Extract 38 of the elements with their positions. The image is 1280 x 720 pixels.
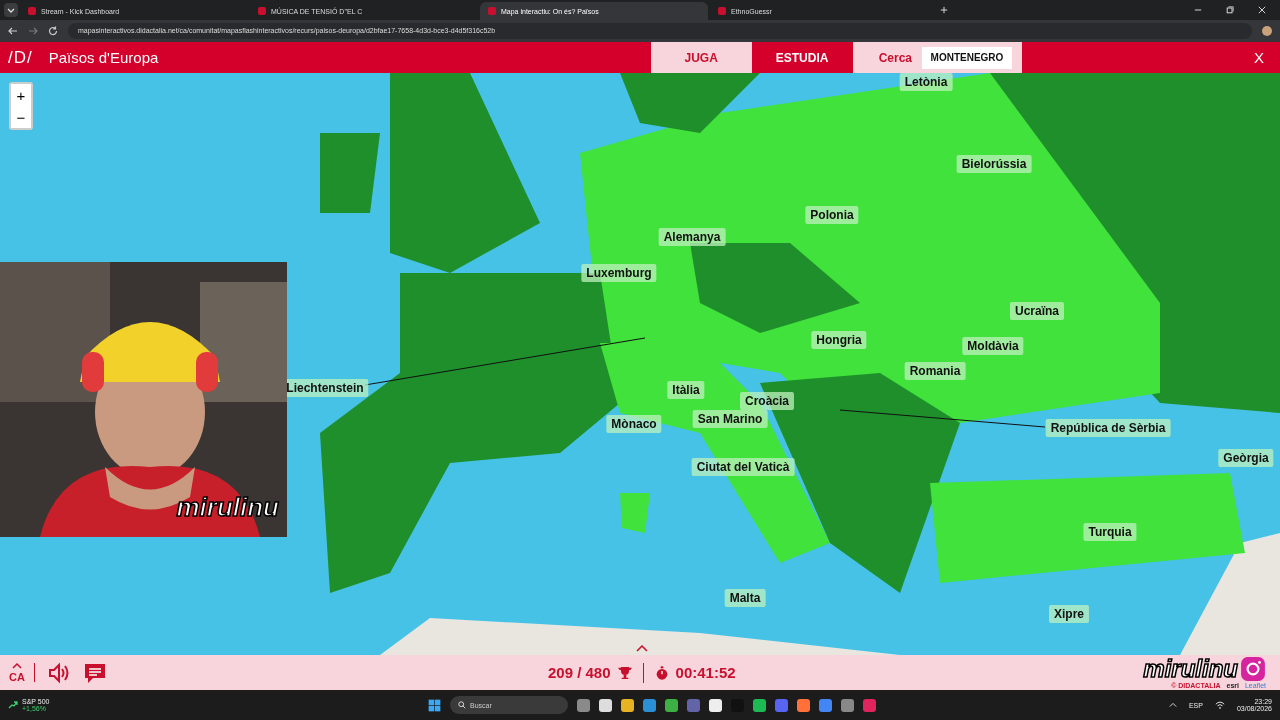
favicon-icon [28,7,36,15]
wifi-icon[interactable] [1214,700,1225,710]
taskbar-app-icon[interactable] [709,698,722,712]
search-field[interactable]: MONTENEGRO [922,46,1012,69]
reload-icon[interactable] [48,26,58,36]
forward-icon[interactable] [28,26,38,36]
tab-search-icon[interactable] [4,3,18,17]
favicon-icon [718,7,726,15]
taskbar-app-icon[interactable] [797,698,810,712]
caret-icon[interactable] [12,663,22,669]
mode-tab[interactable]: JUGA [650,42,752,73]
tray-caret-icon[interactable] [1168,701,1177,709]
taskbar-app-icon[interactable] [753,698,766,712]
streamer-logo: mirulinu [1143,657,1238,681]
start-icon[interactable] [428,698,441,712]
camera-icon [1240,656,1266,682]
profile-avatar-icon[interactable] [1262,26,1272,36]
trophy-icon [616,664,633,681]
language-button[interactable]: CA [9,672,25,682]
favicon-icon [258,7,266,15]
search-label: Cerca [878,50,912,65]
score-counter: 209 / 480 [548,664,611,681]
back-icon[interactable] [8,26,18,36]
new-tab-icon[interactable] [940,6,948,14]
minimize-icon[interactable] [1194,6,1202,14]
favicon-icon [488,7,496,15]
restore-icon[interactable] [1226,6,1234,14]
search-icon[interactable] [458,701,466,709]
timer: 00:41:52 [675,664,736,681]
taskbar-app-icon[interactable] [665,698,678,712]
taskbar-app-icon[interactable] [621,698,634,712]
page-title: Països d'Europa [47,49,159,66]
taskbar-app-icon[interactable] [599,698,612,712]
close-icon[interactable] [1258,6,1266,14]
trend-icon [8,700,18,710]
speaker-icon[interactable] [47,660,71,685]
site-logo[interactable]: /D/ [0,47,43,68]
close-button[interactable]: X [1248,48,1270,67]
